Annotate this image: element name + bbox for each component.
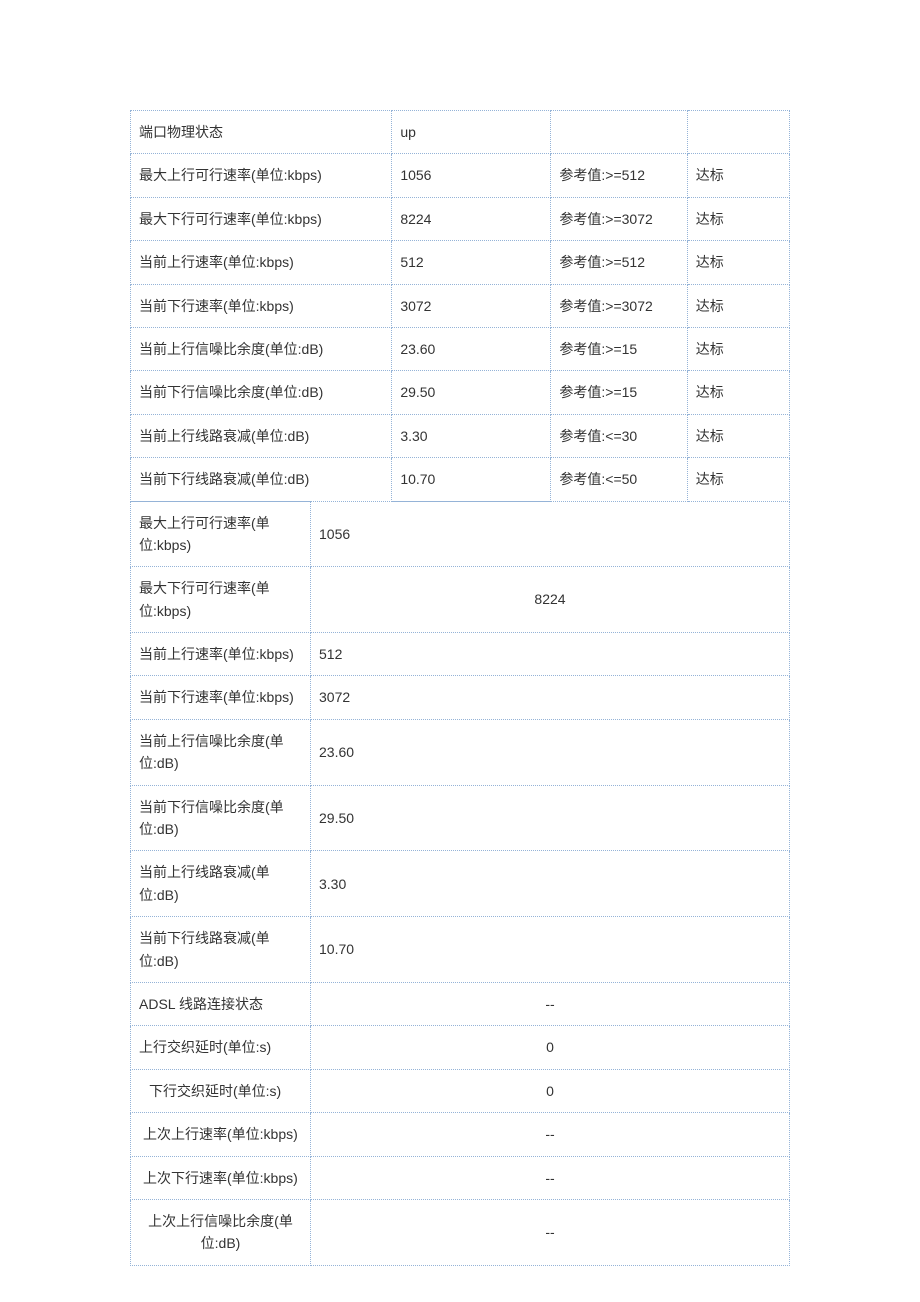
table-row: 上行交织延时(单位:s) 0 [131,1026,790,1069]
table-row: 最大上行可行速率(单位:kbps) 1056 参考值:>=512 达标 [131,154,790,197]
row-reference: 参考值:<=50 [551,458,687,501]
row-value: 1056 [311,501,790,567]
row-label: 当前下行线路衰减(单位:dB) [131,917,311,983]
row-pass: 达标 [687,371,789,414]
row-value: -- [311,1113,790,1156]
row-label: 当前上行线路衰减(单位:dB) [131,414,392,457]
row-value: 1056 [392,154,551,197]
table-row: 当前下行线路衰减(单位:dB) 10.70 [131,917,790,983]
row-reference: 参考值:>=512 [551,154,687,197]
row-pass: 达标 [687,197,789,240]
row-value: 3.30 [311,851,790,917]
page-container: 端口物理状态 up 最大上行可行速率(单位:kbps) 1056 参考值:>=5… [0,0,920,1296]
table-row: 当前上行速率(单位:kbps) 512 [131,633,790,676]
table-row: 上次上行速率(单位:kbps) -- [131,1113,790,1156]
status-table-detail: 最大上行可行速率(单位:kbps) 1056 最大下行可行速率(单位:kbps)… [130,501,790,1266]
table-row: 下行交织延时(单位:s) 0 [131,1069,790,1112]
row-value: -- [311,982,790,1025]
table-row: 当前上行线路衰减(单位:dB) 3.30 参考值:<=30 达标 [131,414,790,457]
row-reference [551,111,687,154]
row-label: ADSL 线路连接状态 [131,982,311,1025]
table-row: 当前下行速率(单位:kbps) 3072 参考值:>=3072 达标 [131,284,790,327]
row-pass: 达标 [687,327,789,370]
table-row: 端口物理状态 up [131,111,790,154]
row-label: 最大上行可行速率(单位:kbps) [131,501,311,567]
row-reference: 参考值:>=15 [551,327,687,370]
row-value: 23.60 [392,327,551,370]
table-row: 最大上行可行速率(单位:kbps) 1056 [131,501,790,567]
row-value: 0 [311,1026,790,1069]
row-label: 上次下行速率(单位:kbps) [131,1156,311,1199]
row-reference: 参考值:>=3072 [551,284,687,327]
row-label: 上次上行速率(单位:kbps) [131,1113,311,1156]
table-row: 当前上行信噪比余度(单位:dB) 23.60 参考值:>=15 达标 [131,327,790,370]
table-row: 最大下行可行速率(单位:kbps) 8224 参考值:>=3072 达标 [131,197,790,240]
row-value: 3.30 [392,414,551,457]
row-value: -- [311,1156,790,1199]
row-value: 3072 [392,284,551,327]
row-value: 512 [392,241,551,284]
row-label: 上行交织延时(单位:s) [131,1026,311,1069]
row-label: 上次上行信噪比余度(单位:dB) [131,1199,311,1265]
row-label: 最大上行可行速率(单位:kbps) [131,154,392,197]
table-row: 上次下行速率(单位:kbps) -- [131,1156,790,1199]
table-row: 当前下行速率(单位:kbps) 3072 [131,676,790,719]
row-value: 3072 [311,676,790,719]
row-label: 当前下行速率(单位:kbps) [131,284,392,327]
row-reference: 参考值:>=3072 [551,197,687,240]
row-pass: 达标 [687,458,789,501]
status-table-with-reference: 端口物理状态 up 最大上行可行速率(单位:kbps) 1056 参考值:>=5… [130,110,790,502]
row-reference: 参考值:>=512 [551,241,687,284]
table-row: 当前下行信噪比余度(单位:dB) 29.50 [131,785,790,851]
row-label: 当前上行信噪比余度(单位:dB) [131,327,392,370]
table-row: 上次上行信噪比余度(单位:dB) -- [131,1199,790,1265]
row-value: 10.70 [311,917,790,983]
row-value: 23.60 [311,719,790,785]
row-label: 下行交织延时(单位:s) [131,1069,311,1112]
table-row: 当前下行信噪比余度(单位:dB) 29.50 参考值:>=15 达标 [131,371,790,414]
table-row: 当前上行线路衰减(单位:dB) 3.30 [131,851,790,917]
row-label: 当前上行线路衰减(单位:dB) [131,851,311,917]
row-label: 当前下行信噪比余度(单位:dB) [131,371,392,414]
row-value: 0 [311,1069,790,1112]
table-row: ADSL 线路连接状态 -- [131,982,790,1025]
row-pass: 达标 [687,154,789,197]
row-label: 当前上行速率(单位:kbps) [131,241,392,284]
row-label: 端口物理状态 [131,111,392,154]
table-row: 当前上行信噪比余度(单位:dB) 23.60 [131,719,790,785]
row-reference: 参考值:<=30 [551,414,687,457]
row-value: 8224 [311,567,790,633]
row-label: 当前下行信噪比余度(单位:dB) [131,785,311,851]
table-row: 最大下行可行速率(单位:kbps) 8224 [131,567,790,633]
row-label: 最大下行可行速率(单位:kbps) [131,197,392,240]
row-label: 当前下行速率(单位:kbps) [131,676,311,719]
row-label: 当前下行线路衰减(单位:dB) [131,458,392,501]
row-value: 10.70 [392,458,551,501]
row-value: 512 [311,633,790,676]
row-value: 29.50 [392,371,551,414]
row-reference: 参考值:>=15 [551,371,687,414]
row-label: 最大下行可行速率(单位:kbps) [131,567,311,633]
row-pass: 达标 [687,414,789,457]
row-value: -- [311,1199,790,1265]
row-label: 当前上行信噪比余度(单位:dB) [131,719,311,785]
row-value: 8224 [392,197,551,240]
row-pass: 达标 [687,241,789,284]
row-pass [687,111,789,154]
row-pass: 达标 [687,284,789,327]
row-value: 29.50 [311,785,790,851]
row-label: 当前上行速率(单位:kbps) [131,633,311,676]
table-row: 当前上行速率(单位:kbps) 512 参考值:>=512 达标 [131,241,790,284]
row-value: up [392,111,551,154]
table-row: 当前下行线路衰减(单位:dB) 10.70 参考值:<=50 达标 [131,458,790,501]
